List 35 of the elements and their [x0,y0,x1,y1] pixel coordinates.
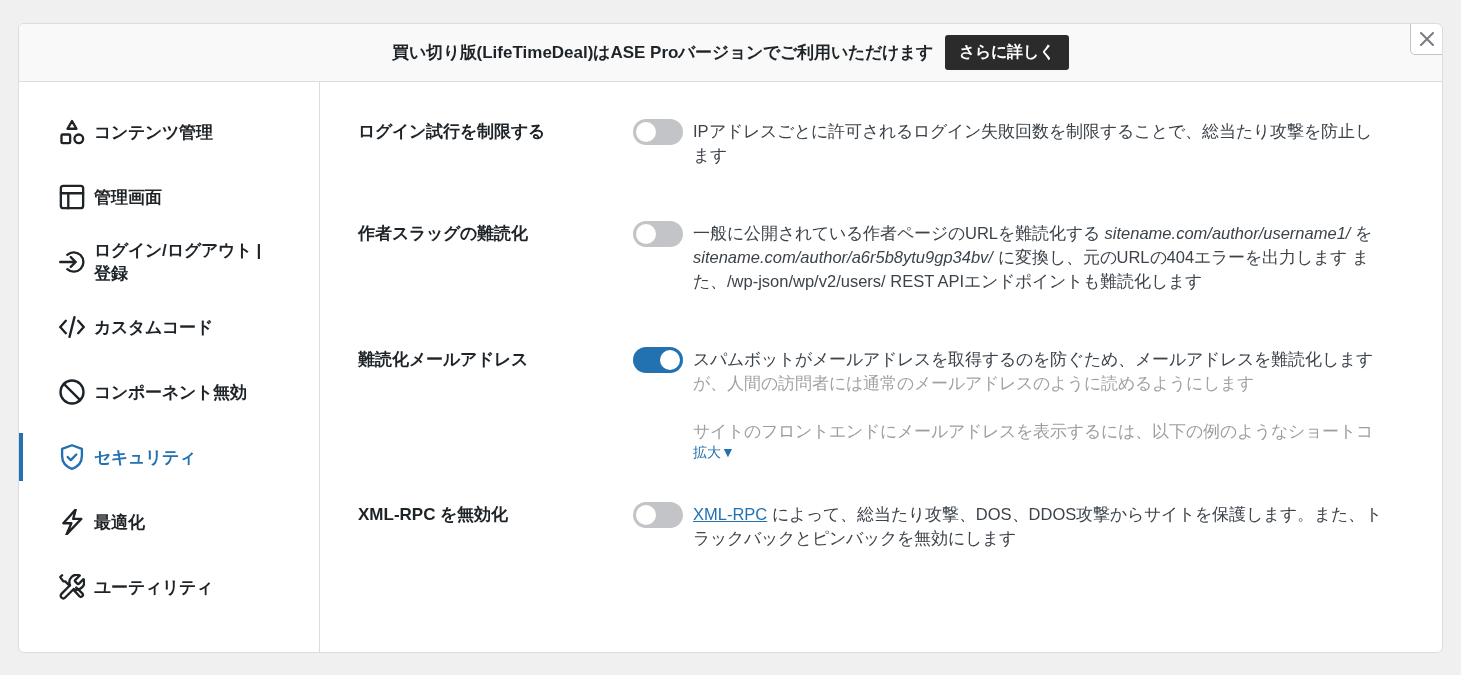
setting-label: XML-RPC を無効化 [358,504,510,526]
sidebar-item[interactable]: 最適化 [19,498,319,546]
toggle-switch[interactable] [633,221,683,247]
sign-in-icon [59,249,85,275]
expand-link[interactable]: 拡大▼ [693,443,735,461]
sidebar-item[interactable]: コンポーネント無効 [19,368,319,416]
toggle-switch[interactable] [633,502,683,528]
sidebar-item[interactable]: ユーティリティ [19,563,319,611]
inline-link[interactable]: XML-RPC [693,505,768,523]
description-text: スパムボットがメールアドレスを取得するのを防ぐため、メールアドレスを難読化しますが、人間の訪問者には通常のメールアドレスのように読めるようにします [693,349,1374,394]
layout-icon [59,184,85,210]
setting-label: ログイン試行を制限する [358,121,546,143]
lightning-icon [59,509,85,535]
shield-check-icon [59,444,85,470]
sidebar-item[interactable]: コンテンツ管理 [19,108,319,156]
description-text: サイトのフロントエンドにメールアドレスを表示するには、以下の例のようなショートコ [693,421,1374,442]
description-text: XML-RPC によって、総当たり攻撃、DOS、DDOS攻撃からサイトを保護します。また、トラックバックとピンバックを無効にします [693,504,1384,549]
setting-label: 作者スラッグの難読化 [358,223,529,245]
description-text: IPアドレスごとに許可されるログイン失敗回数を制限することで、総当たり攻撃を防止します [693,121,1373,166]
ban-icon [59,379,85,405]
close-icon [1419,32,1434,46]
toggle-switch[interactable] [633,119,683,145]
close-button[interactable] [1410,24,1442,55]
tools-icon [59,574,85,600]
code-icon [59,314,85,340]
toggle-switch[interactable] [633,347,683,373]
setting-label: 難読化メールアドレス [358,349,529,371]
learn-more-button[interactable]: さらに詳しく [945,35,1070,70]
sidebar-item[interactable]: ログイン/ログアウト | 登録 [19,238,319,286]
banner-text: 買い切り版(LifeTimeDeal)はASE Proバージョンでご利用いただけます [391,41,934,64]
sidebar-item[interactable]: カスタムコード [19,303,319,351]
sidebar-item[interactable]: 管理画面 [19,173,319,221]
sidebar-item[interactable]: セキュリティ [19,433,319,481]
description-text: 一般に公開されている作者ページのURLを難読化する sitename.com/author/username1/ を sitename.com/author/a6r5b8ytu9gp34bv/ に変換し、元のURLの404エラーを出力します また、/wp-json/wp/v2/users/ REST APIエンドポイントも難読化します [693,223,1373,292]
shapes-icon [59,119,85,145]
